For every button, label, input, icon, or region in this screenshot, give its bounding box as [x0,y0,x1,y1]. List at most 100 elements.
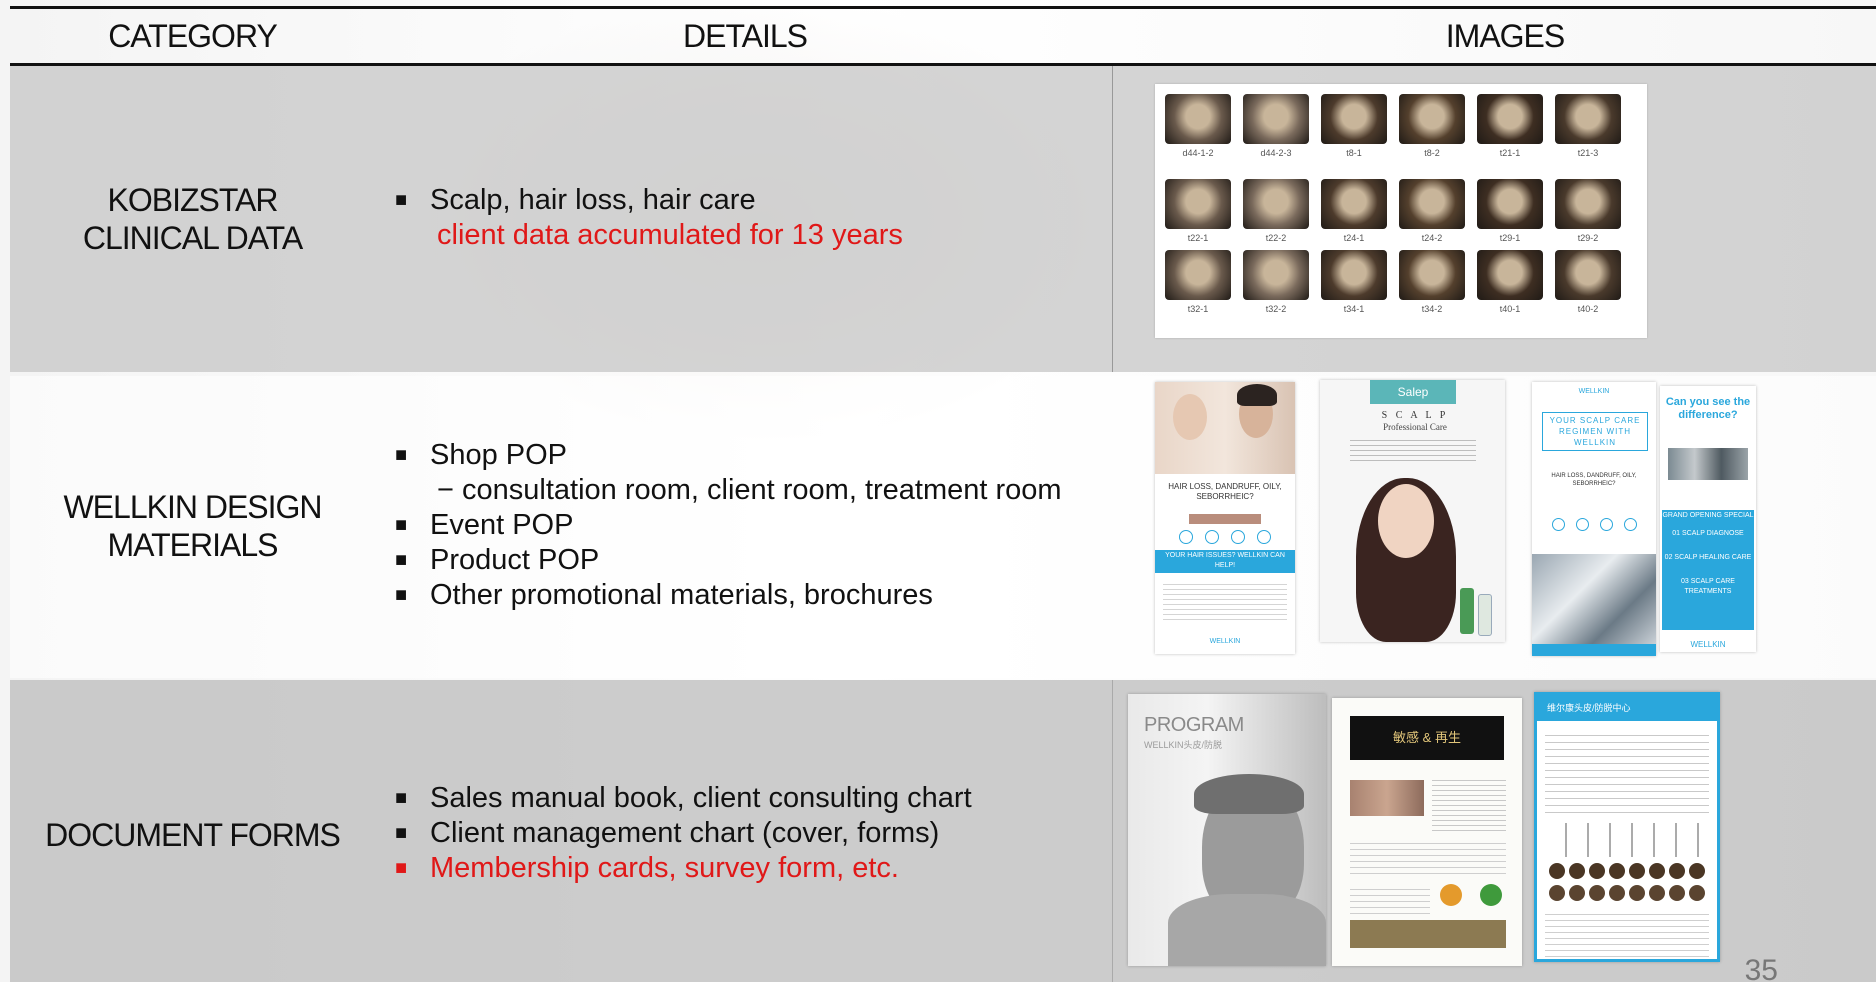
special-panel: GRAND OPENING SPECIAL 01 SCALP DIAGNOSE … [1662,510,1754,630]
clinical-photo-caption: t32-2 [1265,304,1287,314]
page-number: 35 [1744,954,1778,982]
detail-text: Sales manual book, client consulting cha… [430,782,972,814]
special-item: 02 SCALP HEALING CARE [1664,554,1752,561]
column-divider [1112,66,1113,372]
card-banner: YOUR HAIR ISSUES? WELLKIN CAN HELP! [1155,550,1295,573]
clinical-photo-caption: t40-1 [1499,304,1521,314]
product-bottle [1460,588,1474,634]
photo-strip [1189,514,1261,524]
body-text-lines [1432,776,1506,834]
clinical-photo [1477,250,1543,300]
details-clinical-data: ■ Scalp, hair loss, hair care client dat… [395,183,903,253]
bullet-icon: ■ [395,787,408,809]
card-footer-bar [1532,644,1656,656]
detail-text: Client management chart (cover, forms) [430,817,940,849]
program-title: PROGRAM [1144,714,1244,736]
scalp-diagram-row [1549,863,1709,903]
detail-text: Other promotional materials, brochures [430,579,933,611]
bullet-icon: ■ [395,822,408,844]
program-subtitle: WELLKIN头皮/防脱 [1144,740,1223,750]
clinical-photo [1399,94,1465,144]
special-item: 01 SCALP DIAGNOSE [1672,530,1744,537]
form-card-program: PROGRAM WELLKIN头皮/防脱 [1128,694,1326,966]
material-card-scalp-care: Salep S C A L P Professional Care [1320,380,1505,642]
booklet-photo [1350,780,1424,816]
form-lines [1545,909,1709,957]
card-heading: HAIR LOSS, DANDRUFF, OILY, SEBORRHEIC? [1551,473,1637,487]
clinical-photo-caption: t22-2 [1265,233,1287,243]
header-category: CATEGORY [108,18,278,54]
clinical-photo-caption: t24-2 [1421,233,1443,243]
model-face [1378,484,1434,558]
detail-item: ■ Client management chart (cover, forms) [395,816,972,851]
clinical-photo [1477,94,1543,144]
special-title: GRAND OPENING SPECIAL [1662,512,1754,519]
body-text-lines [1350,838,1506,878]
bullet-icon: ■ [395,584,408,606]
salon-photo [1532,554,1656,644]
card-logo: WELLKIN [1209,638,1241,645]
ingredient-icon [1440,884,1462,906]
detail-item-highlight: client data accumulated for 13 years [395,218,903,253]
column-divider [1112,680,1113,982]
booklet-footer-bar [1350,920,1506,948]
ingredient-icon [1480,884,1502,906]
clinical-photo-caption: t29-2 [1577,233,1599,243]
bullet-icon: ■ [395,189,408,211]
clinical-photo [1399,179,1465,229]
card-logo: WELLKIN [1578,388,1610,395]
category-line: MATERIALS [107,527,279,563]
body-text-lines [1350,436,1476,464]
detail-item: ■ Product POP [395,543,1062,578]
comparison-photo [1668,448,1748,480]
detail-text: Membership cards, survey form, etc. [430,852,899,884]
detail-item: ■ Sales manual book, client consulting c… [395,781,972,816]
form-card-booklet: 敏感 & 再生 [1332,698,1522,966]
clinical-photo-caption: t34-1 [1343,304,1365,314]
clinical-photo [1477,179,1543,229]
form-lines [1545,729,1709,819]
detail-item-highlight: ■ Membership cards, survey form, etc. [395,851,972,886]
category-design-materials: WELLKIN DESIGN MATERIALS [30,488,355,564]
clinical-photo-caption: t40-2 [1577,304,1599,314]
clinical-photo-caption: t8-1 [1346,148,1362,158]
icon-row [1173,530,1277,544]
detail-text: Event POP [430,509,574,541]
clinical-photo [1555,94,1621,144]
clinical-photo [1555,179,1621,229]
clinical-photo [1321,94,1387,144]
detail-item: ■ Scalp, hair loss, hair care [395,183,903,218]
clinical-photo-caption: t21-1 [1499,148,1521,158]
clinical-photo-grid: d44-1-2 d44-2-3 t8-1 t8-2 t21-1 t21-3 t22-1 t22… [1155,84,1647,338]
detail-item: ■ Shop POP [395,438,1062,473]
material-card-opening-special: Can you see the difference? GRAND OPENIN… [1660,386,1756,652]
slide: CATEGORY DETAILS IMAGES KOBIZSTAR CLINIC… [0,0,1876,982]
material-card-regimen: WELLKIN YOUR SCALP CARE REGIMEN WITH WEL… [1532,382,1656,656]
card-heading: Can you see the difference? [1665,396,1751,421]
details-design-materials: ■ Shop POP − consultation room, client r… [395,438,1062,613]
category-line: KOBIZSTAR [107,182,279,218]
clinical-photo-caption: t29-1 [1499,233,1521,243]
bullet-icon: ■ [395,549,408,571]
clinical-photo [1165,250,1231,300]
card-title: S C A L P [1381,410,1449,421]
card-subtitle: Professional Care [1383,422,1447,432]
clinical-photo [1321,250,1387,300]
clinical-photo-caption: d44-2-3 [1260,148,1292,158]
category-line: WELLKIN DESIGN [63,489,322,525]
body-text-lines [1350,884,1430,914]
model-shoulders [1168,894,1326,966]
detail-item: ■ Other promotional materials, brochures [395,578,1062,613]
clinical-photo [1555,250,1621,300]
category-clinical-data: KOBIZSTAR CLINICAL DATA [30,181,355,257]
special-item: 03 SCALP CARE TREATMENTS [1681,578,1735,595]
detail-text: client data accumulated for 13 years [437,219,903,251]
clinical-photo [1165,179,1231,229]
clinical-photo-caption: t32-1 [1187,304,1209,314]
model-hair [1194,774,1304,814]
clinical-photo-caption: t22-1 [1187,233,1209,243]
model-photo [1155,382,1295,474]
bullet-icon: ■ [395,444,408,466]
detail-text: Product POP [430,544,600,576]
clinical-photo [1165,94,1231,144]
